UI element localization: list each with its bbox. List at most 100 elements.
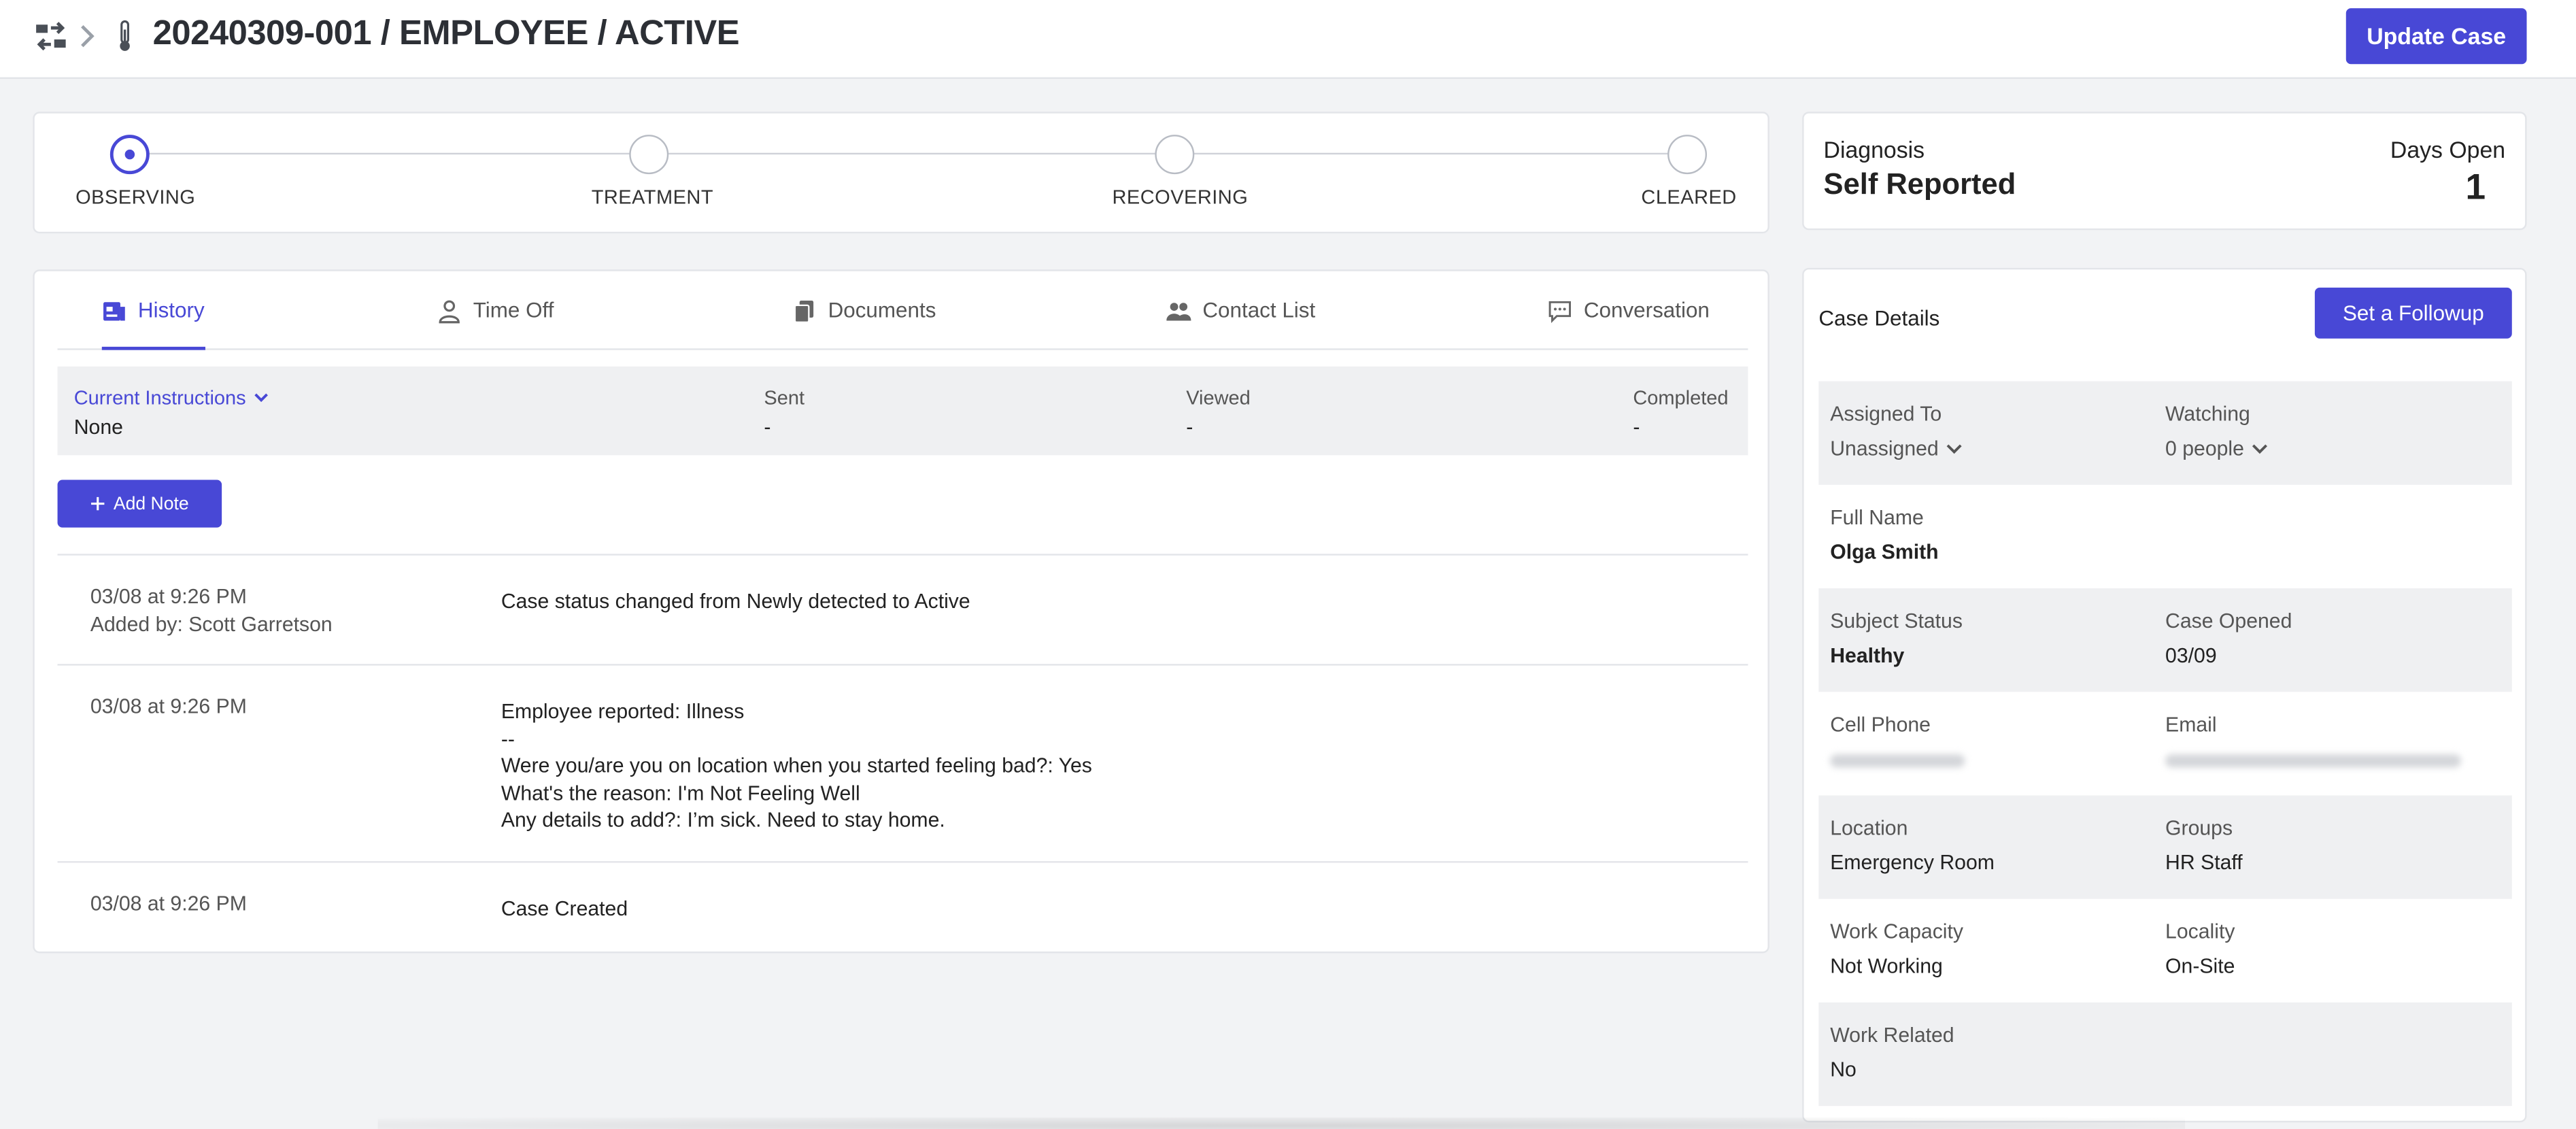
redacted-value [2165, 754, 2461, 768]
current-instructions-value: None [73, 416, 123, 439]
work-capacity-field: Work Capacity Not Working [1830, 920, 1963, 978]
case-details-panel: Case Details Set a Followup Assigned To … [1802, 267, 2527, 1123]
history-message: Case Created [501, 897, 628, 921]
tab-documents[interactable]: Documents [792, 297, 936, 350]
case-opened-label: Case Opened [2165, 609, 2292, 633]
watching-label: Watching [2165, 402, 2250, 426]
details-row-work: Work Capacity Not Working Locality On-Si… [1818, 899, 2511, 1002]
chat-icon [1548, 301, 1572, 324]
add-note-button[interactable]: Add Note [57, 479, 222, 528]
step-dot-treatment[interactable] [629, 135, 669, 175]
details-row-assignment: Assigned To Unassigned Watching 0 people [1818, 381, 2512, 485]
completed-label: Completed [1633, 386, 1729, 409]
history-entry: 03/08 at 9:26 PM Employee reported: Illn… [57, 664, 1748, 861]
step-dot-recovering[interactable] [1155, 135, 1195, 175]
page-bottom-shadow [377, 1117, 2186, 1129]
page-title: 20240309-001 / EMPLOYEE / ACTIVE [152, 14, 740, 53]
full-name-label: Full Name [1830, 506, 1924, 530]
location-value: Emergency Room [1830, 851, 1995, 875]
step-dot-cleared[interactable] [1667, 135, 1708, 175]
current-instructions-dropdown[interactable]: Current Instructions [74, 386, 269, 409]
subject-status-label: Subject Status [1830, 609, 1963, 633]
days-open-value: 1 [2465, 166, 2486, 207]
add-note-label: Add Note [113, 494, 189, 514]
locality-label: Locality [2165, 920, 2235, 943]
watching-dropdown[interactable]: 0 people [2165, 437, 2269, 460]
completed-value: - [1633, 416, 1640, 439]
assigned-to-dropdown[interactable]: Unassigned [1830, 437, 1963, 460]
plus-icon [91, 496, 105, 511]
progress-line [129, 152, 1686, 155]
history-entry: 03/08 at 9:26 PM Case Created [57, 861, 1748, 953]
history-time: 03/08 at 9:26 PM [90, 892, 247, 915]
instructions-bar: Current Instructions None Sent - Viewed … [57, 366, 1748, 456]
history-time: 03/08 at 9:26 PM [90, 585, 247, 609]
days-open-label: Days Open [2390, 136, 2506, 163]
work-related-label: Work Related [1830, 1024, 1954, 1047]
thermometer-icon [120, 20, 130, 51]
viewed-column: Viewed - [1186, 386, 1251, 439]
locality-value: On-Site [2165, 954, 2235, 978]
history-icon [103, 302, 125, 321]
history-message: Case status changed from Newly detected … [501, 590, 970, 613]
set-followup-button[interactable]: Set a Followup [2314, 287, 2512, 339]
tab-conversation[interactable]: Conversation [1548, 297, 1710, 350]
tab-label: History [137, 297, 205, 322]
tab-label: Conversation [1583, 297, 1710, 322]
history-time: 03/08 at 9:26 PM [90, 695, 247, 718]
full-name-value: Olga Smith [1830, 540, 1939, 564]
details-row-location: Location Emergency Room Groups HR Staff [1818, 795, 2512, 899]
subject-status-field: Subject Status Healthy [1830, 609, 1963, 667]
chevron-down-icon [1946, 444, 1962, 454]
full-name-field: Full Name Olga Smith [1830, 506, 1938, 564]
tab-history[interactable]: History [101, 297, 205, 350]
history-meta: 03/08 at 9:26 PM [90, 694, 247, 722]
diagnosis-label: Diagnosis [1823, 136, 1925, 163]
cell-phone-value [1830, 747, 1965, 768]
update-case-button[interactable]: Update Case [2345, 8, 2527, 65]
viewed-value: - [1186, 416, 1193, 439]
subject-status-value: Healthy [1830, 644, 1905, 668]
groups-field: Groups HR Staff [2165, 817, 2243, 875]
location-label: Location [1830, 816, 1908, 840]
location-field: Location Emergency Room [1830, 817, 1995, 875]
person-icon [439, 300, 460, 324]
work-related-value: No [1830, 1058, 1857, 1081]
email-field: Email [2165, 713, 2461, 768]
tab-time-off[interactable]: Time Off [437, 297, 554, 350]
sent-value: - [764, 416, 771, 439]
email-label: Email [2165, 713, 2217, 737]
step-label-treatment: TREATMENT [591, 186, 714, 209]
current-instructions-label: Current Instructions [73, 386, 246, 409]
tab-label: Documents [828, 297, 936, 322]
case-details-title: Case Details [1818, 305, 1940, 331]
case-opened-value: 03/09 [2165, 644, 2217, 668]
step-label-cleared: CLEARED [1641, 186, 1737, 209]
people-icon [1166, 303, 1191, 321]
tab-label: Contact List [1202, 297, 1316, 322]
step-dot-observing[interactable] [109, 135, 150, 175]
history-panel: History Time Off Documents Contact List … [33, 269, 1769, 954]
history-meta: 03/08 at 9:26 PM Added by: Scott Garrets… [90, 584, 333, 639]
swap-icon[interactable] [35, 20, 67, 52]
history-meta: 03/08 at 9:26 PM [90, 891, 247, 919]
work-capacity-label: Work Capacity [1830, 920, 1964, 943]
cell-phone-label: Cell Phone [1830, 713, 1931, 737]
current-instructions: Current Instructions None [74, 386, 269, 439]
details-row-status: Subject Status Healthy Case Opened 03/09 [1818, 588, 2512, 692]
documents-icon [794, 301, 814, 323]
watching-value: 0 people [2165, 437, 2244, 460]
viewed-label: Viewed [1186, 386, 1251, 409]
case-progress: OBSERVING TREATMENT RECOVERING CLEARED [33, 112, 1769, 234]
assigned-to-field: Assigned To Unassigned [1830, 403, 1963, 460]
work-related-field: Work Related No [1830, 1024, 1954, 1081]
chevron-down-icon [2252, 444, 2267, 454]
details-row-name: Full Name Olga Smith [1818, 485, 2511, 588]
top-bar: 20240309-001 / EMPLOYEE / ACTIVE Update … [0, 0, 2576, 79]
groups-label: Groups [2165, 816, 2233, 840]
email-value [2165, 747, 2461, 768]
groups-value: HR Staff [2165, 851, 2243, 875]
chevron-down-icon [254, 393, 268, 403]
tab-contact-list[interactable]: Contact List [1166, 297, 1315, 350]
chevron-right-icon [81, 24, 95, 48]
